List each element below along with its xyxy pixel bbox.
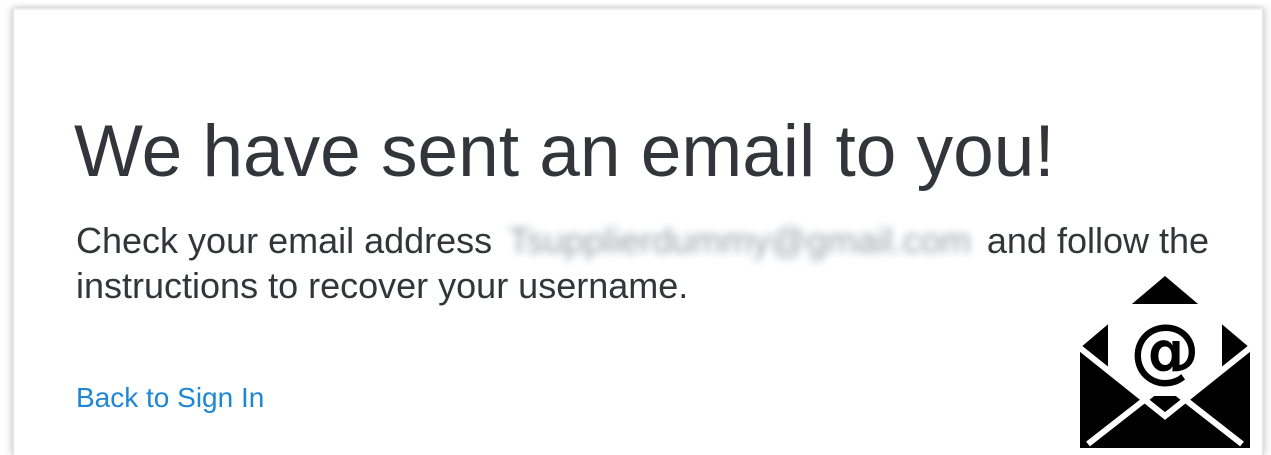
page-title: We have sent an email to you! [74,111,1055,192]
svg-text:@: @ [1130,309,1200,391]
message-text-before: Check your email address [76,220,503,261]
redacted-email-address: Tsupplierdummy@gmail.com [508,220,971,261]
back-to-sign-in-link[interactable]: Back to Sign In [76,382,264,414]
confirmation-panel: We have sent an email to you! Check your… [12,8,1264,455]
envelope-at-icon: @ [1080,276,1250,448]
